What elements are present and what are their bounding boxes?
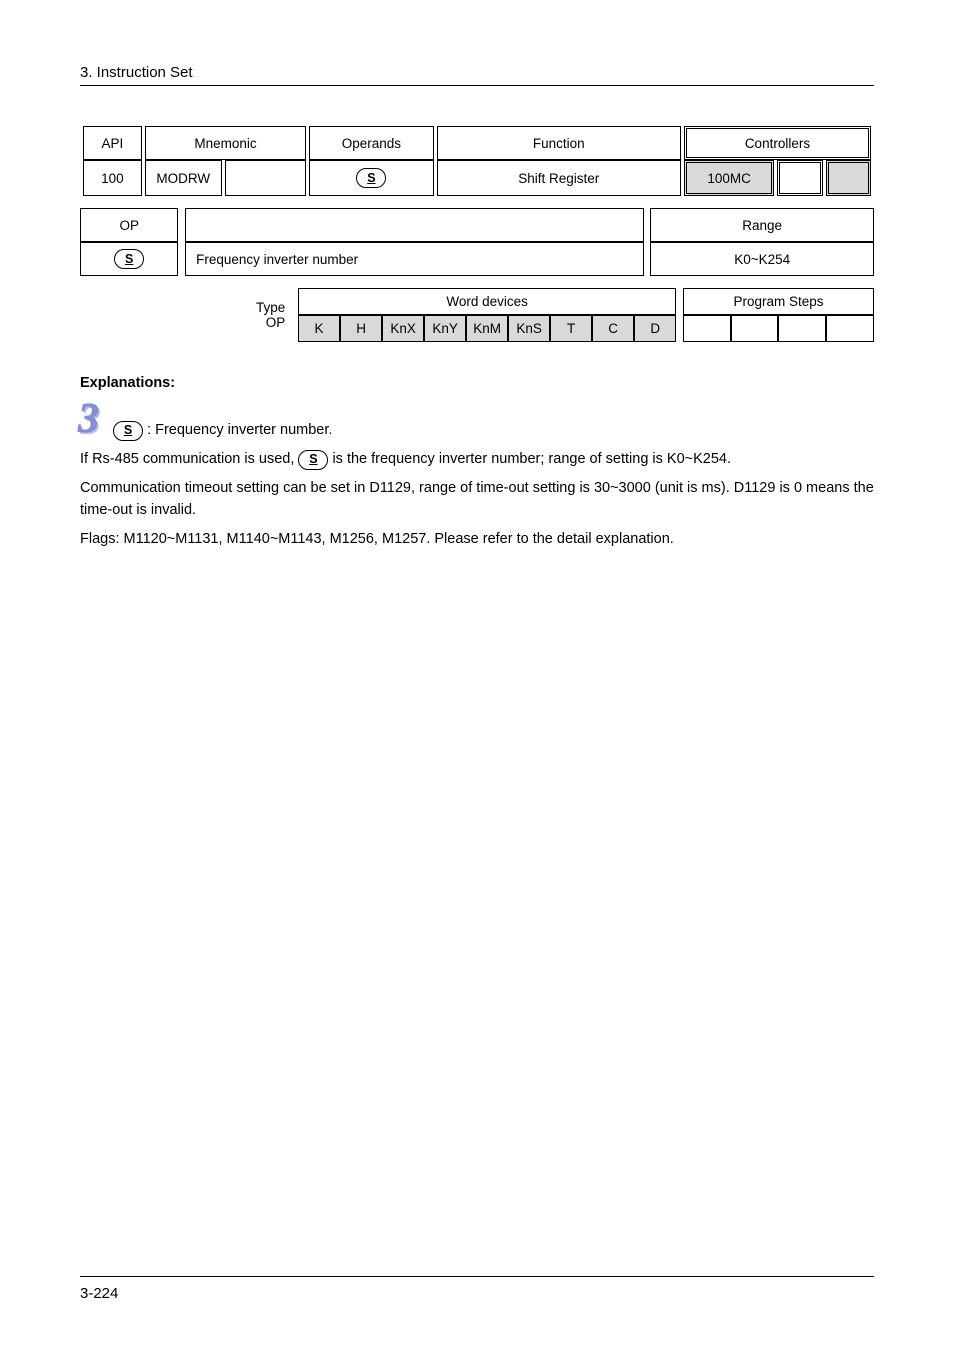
td-ctrl-100mc: 100MC — [684, 160, 774, 196]
td-step-3 — [778, 315, 826, 342]
api-summary-table: API Mnemonic Operands Function Controlle… — [80, 126, 874, 196]
explan-heading: Explanations: — [80, 375, 175, 391]
td-range: K0~K254 — [650, 242, 874, 276]
th-word-devices: Word devices — [298, 288, 676, 315]
th-blank — [185, 208, 644, 242]
operand-s-icon: S — [356, 168, 386, 188]
td-op-desc: Frequency inverter number — [185, 242, 644, 276]
td-function: Shift Register — [437, 160, 681, 196]
th-mnemonic: Mnemonic — [145, 126, 306, 160]
th-api: API — [83, 126, 142, 160]
th-range: Range — [650, 208, 874, 242]
header-left: 3. Instruction Set — [80, 64, 193, 81]
explan-item-1: 3 S : Frequency inverter number. — [80, 400, 874, 442]
td-mnemonic-r — [225, 160, 306, 196]
th-program-steps: Program Steps — [683, 288, 874, 315]
th-KnM: KnM — [466, 315, 508, 342]
operand-s-icon: S — [113, 421, 143, 441]
footer-rule — [80, 1276, 874, 1277]
th-KnX: KnX — [382, 315, 424, 342]
th-op: OP — [80, 208, 178, 242]
th-KnS: KnS — [508, 315, 550, 342]
td-step-2 — [731, 315, 779, 342]
th-controllers: Controllers — [684, 126, 871, 160]
explan-item-2: If Rs-485 communication is used, S is th… — [80, 448, 874, 470]
td-type-label: TypeOP — [80, 288, 291, 342]
th-D: D — [634, 315, 676, 342]
td-step-1 — [683, 315, 731, 342]
th-T: T — [550, 315, 592, 342]
td-op-icon: S — [80, 242, 178, 276]
operand-spec-table: OP Range S Frequency inverter number K0~… — [80, 208, 874, 276]
th-K: K — [298, 315, 340, 342]
footer-left: 3-224 — [80, 1285, 118, 1302]
td-ctrl-2 — [777, 160, 822, 196]
td-ctrl-3 — [826, 160, 871, 196]
td-step-4 — [826, 315, 874, 342]
th-C: C — [592, 315, 634, 342]
device-type-table: TypeOP Word devices Program Steps K H Kn… — [80, 288, 874, 342]
operand-s-icon: S — [114, 249, 144, 269]
explan-item-4: Flags: M1120~M1131, M1140~M1143, M1256, … — [80, 528, 874, 550]
th-KnY: KnY — [424, 315, 466, 342]
td-api: 100 — [83, 160, 142, 196]
drop-cap-icon: 3 — [80, 400, 101, 442]
th-H: H — [340, 315, 382, 342]
operand-s-icon: S — [298, 450, 328, 470]
explanation-block: Explanations: 3 S : Frequency inverter n… — [80, 372, 874, 550]
explan-item-3: Communication timeout setting can be set… — [80, 477, 874, 522]
td-operands: S — [309, 160, 433, 196]
header-rule — [80, 85, 874, 86]
td-mnemonic-l: MODRW — [145, 160, 222, 196]
th-operands: Operands — [309, 126, 433, 160]
th-function: Function — [437, 126, 681, 160]
